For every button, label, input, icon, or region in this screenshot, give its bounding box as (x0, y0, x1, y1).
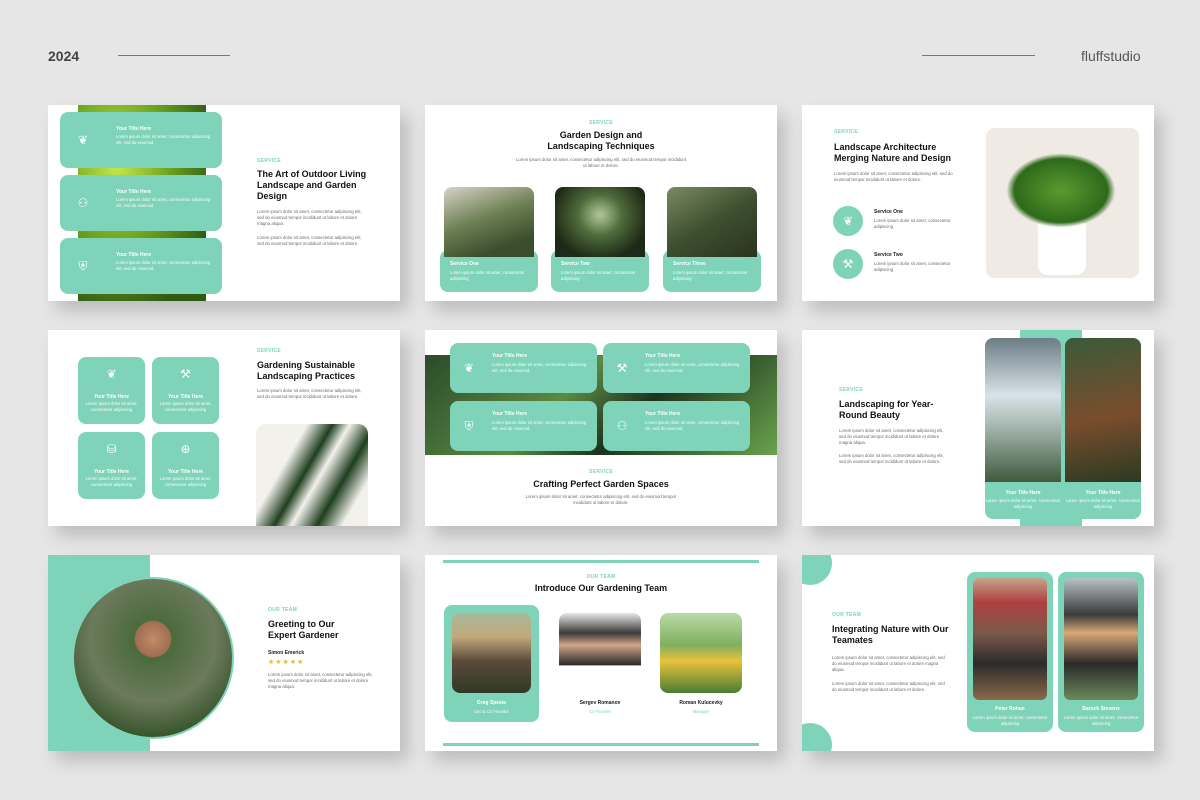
year-label: 2024 (48, 48, 80, 64)
sprout-icon-badge: ❦ (833, 206, 863, 236)
section-tag: SERVICE (589, 469, 613, 475)
database-icon: ⛁ (106, 442, 117, 456)
sprout-icon: ❦ (842, 214, 854, 228)
slide-title: Greeting to Our Expert Gardener (268, 619, 339, 640)
section-tag: SERVICE (589, 120, 613, 126)
member-photo (660, 613, 742, 693)
section-tag: OUR TEAM (586, 574, 616, 580)
team-member-card: Peter Rohan Lorem ipsum dolor sit amet, … (967, 572, 1053, 732)
slide-title: Landscape Architecture Merging Nature an… (834, 142, 952, 163)
garden-photo (555, 187, 645, 257)
team-icon: ⚇ (616, 419, 628, 433)
tools-icon: ⚒ (842, 257, 854, 271)
section-tag: SERVICE (257, 158, 281, 164)
feature-card: ⚇ Your Title Here Lorem ipsum dolor sit … (603, 401, 750, 451)
slide-title: Gardening Sustainable Landscaping Practi… (257, 360, 356, 381)
team-photo-card: Your Title Here Lorem ipsum dolor sit am… (1065, 338, 1141, 519)
slide-garden-design[interactable]: SERVICE Garden Design and Landscaping Te… (425, 105, 777, 301)
potted-plant-photo (986, 128, 1139, 278)
sprout-icon: ❦ (463, 361, 475, 375)
slide-crafting-spaces[interactable]: ❦ Your Title Here Lorem ipsum dolor sit … (425, 330, 777, 526)
section-tag: SERVICE (839, 387, 863, 393)
member-photo (973, 578, 1047, 700)
member-photo (559, 613, 641, 693)
slide-title: Introduce Our Gardening Team (534, 583, 668, 593)
tools-icon: ⚒ (180, 367, 191, 381)
section-tag: OUR TEAM (268, 607, 298, 613)
brand-label: fluffstudio (1081, 48, 1141, 64)
slide-integrating-nature[interactable]: OUR TEAM Integrating Nature with Our Tea… (802, 555, 1154, 751)
slide-title: Landscaping for Year-Round Beauty (839, 399, 934, 420)
section-tag: SERVICE (834, 129, 858, 135)
feature-card: ❦ Your Title Here Lorem ipsum dolor sit … (60, 112, 222, 168)
tools-icon: ⚒ (616, 361, 628, 375)
slide-title: The Art of Outdoor Living Landscape and … (257, 169, 367, 201)
gardener-portrait (72, 577, 234, 739)
slide-title: Integrating Nature with Our Teamates (832, 624, 949, 645)
slide-outdoor-living[interactable]: ❦ Your Title Here Lorem ipsum dolor sit … (48, 105, 400, 301)
section-tag: OUR TEAM (832, 612, 862, 618)
gardener-name: Simon Emerick (268, 650, 305, 656)
top-accent-bar (443, 560, 759, 563)
globe-search-icon: ⊕ (180, 442, 191, 456)
slide-expert-gardener[interactable]: OUR TEAM Greeting to Our Expert Gardener… (48, 555, 400, 751)
member-photo (452, 613, 531, 693)
users-icon: ⚇ (77, 196, 89, 210)
header-divider-right (922, 55, 1035, 56)
feature-card: ⚒ Your Title Here Lorem ipsum dolor sit … (603, 343, 750, 393)
bottom-accent-bar (443, 743, 759, 746)
feature-card: ⊕ Your Title Here Lorem ipsum dolor sit … (152, 432, 219, 499)
feature-card: ⛁ Your Title Here Lorem ipsum dolor sit … (78, 432, 145, 499)
feature-card: ⛨ Your Title Here Lorem ipsum dolor sit … (60, 238, 222, 294)
bridge-photo (1065, 338, 1141, 482)
slide-title: Crafting Perfect Garden Spaces (533, 479, 669, 489)
pot-shape (1038, 223, 1086, 275)
team-member-card: Greg Spesio Ceo & Co Founder (444, 605, 539, 722)
garden-photo (667, 187, 757, 257)
feature-card: ❦ Your Title Here Lorem ipsum dolor sit … (450, 343, 597, 393)
feature-card: ⚒ Your Title Here Lorem ipsum dolor sit … (152, 357, 219, 424)
feature-card: ⛨ Your Title Here Lorem ipsum dolor sit … (450, 401, 597, 451)
corner-circle-bottom (802, 723, 832, 751)
header-divider-left (118, 55, 230, 56)
sprout-icon: ❦ (106, 367, 117, 381)
corner-circle-top (802, 555, 832, 585)
slide-landscape-architecture[interactable]: SERVICE Landscape Architecture Merging N… (802, 105, 1154, 301)
section-tag: SERVICE (257, 348, 281, 354)
garden-photo (444, 187, 534, 257)
slide-sustainable-practices[interactable]: ❦ Your Title Here Lorem ipsum dolor sit … (48, 330, 400, 526)
team-member-card: Barock Stevens Lorem ipsum dolor sit ame… (1058, 572, 1144, 732)
team-photo-card: Your Title Here Lorem ipsum dolor sit am… (985, 338, 1061, 519)
shield-icon: ⛨ (464, 419, 474, 433)
feature-card: ⚇ Your Title Here Lorem ipsum dolor sit … (60, 175, 222, 231)
waterfall-photo (985, 338, 1061, 482)
plant-leaves (1006, 153, 1116, 228)
monstera-photo (256, 424, 368, 526)
tools-icon-badge: ⚒ (833, 249, 863, 279)
member-photo (1064, 578, 1138, 700)
sprout-icon: ❦ (77, 133, 89, 147)
slide-title: Garden Design and Landscaping Techniques (547, 130, 655, 151)
slide-year-round-beauty[interactable]: SERVICE Landscaping for Year-Round Beaut… (802, 330, 1154, 526)
slide-gardening-team[interactable]: OUR TEAM Introduce Our Gardening Team Gr… (425, 555, 777, 751)
shield-icon: ⛨ (78, 259, 88, 273)
feature-card: ❦ Your Title Here Lorem ipsum dolor sit … (78, 357, 145, 424)
rating-stars: ★★★★★ (268, 659, 305, 666)
